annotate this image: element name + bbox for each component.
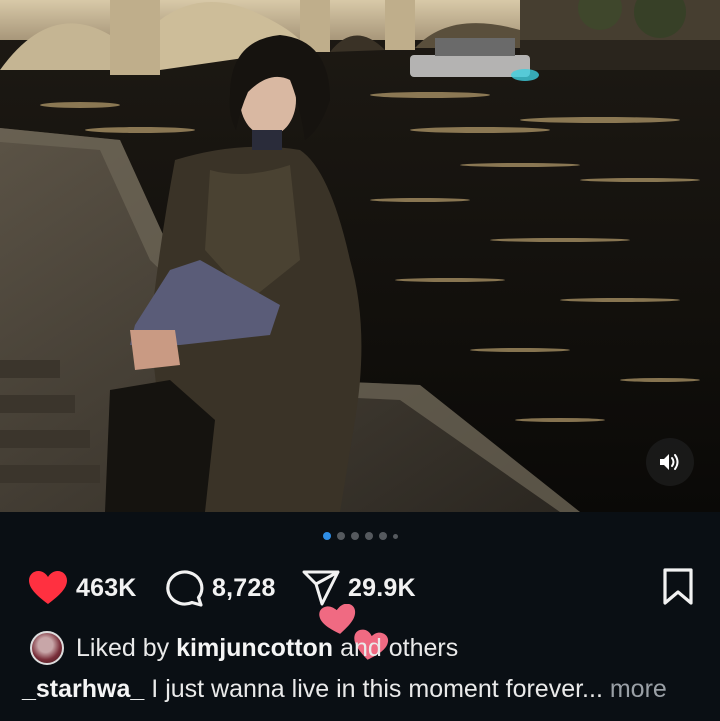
post-caption: _starhwa_ I just wanna live in this momen… [22, 675, 667, 704]
carousel-dot [378, 532, 387, 540]
caption-text: I just wanna live in this moment forever… [151, 675, 603, 703]
carousel-dot [322, 532, 331, 540]
liked-by-others[interactable]: and others [340, 634, 458, 663]
caption-more-link[interactable]: more [610, 675, 667, 703]
speaker-icon [660, 454, 679, 470]
comment-icon[interactable] [164, 569, 204, 607]
comment-count[interactable]: 8,728 [212, 574, 276, 603]
liked-by-username[interactable]: kimjuncotton [176, 634, 333, 663]
post-photo [0, 0, 720, 512]
caption-username[interactable]: _starhwa_ [22, 675, 144, 703]
heart-icon[interactable] [28, 570, 68, 606]
liked-by-label: Liked by [76, 633, 170, 662]
post-actions-panel: 463K 8,728 29.9K Liked by kimjuncotton a… [0, 512, 720, 721]
carousel-dot [392, 533, 398, 539]
sound-toggle-button[interactable] [646, 438, 694, 486]
like-count[interactable]: 463K [76, 574, 137, 603]
send-icon[interactable] [302, 570, 340, 606]
like-action[interactable]: 463K [28, 570, 164, 606]
share-action[interactable]: 29.9K [302, 570, 416, 606]
action-bar: 463K 8,728 29.9K [28, 568, 694, 608]
carousel-indicator [0, 532, 720, 540]
post-media[interactable] [0, 0, 720, 512]
carousel-dot [350, 532, 359, 540]
share-count[interactable]: 29.9K [348, 574, 416, 603]
bookmark-icon[interactable] [662, 568, 694, 606]
carousel-dot [364, 532, 373, 540]
liked-by-row[interactable]: Liked by kimjuncotton and others [30, 631, 458, 665]
avatar[interactable] [30, 631, 64, 665]
carousel-dot [336, 532, 345, 540]
comment-action[interactable]: 8,728 [164, 569, 302, 607]
